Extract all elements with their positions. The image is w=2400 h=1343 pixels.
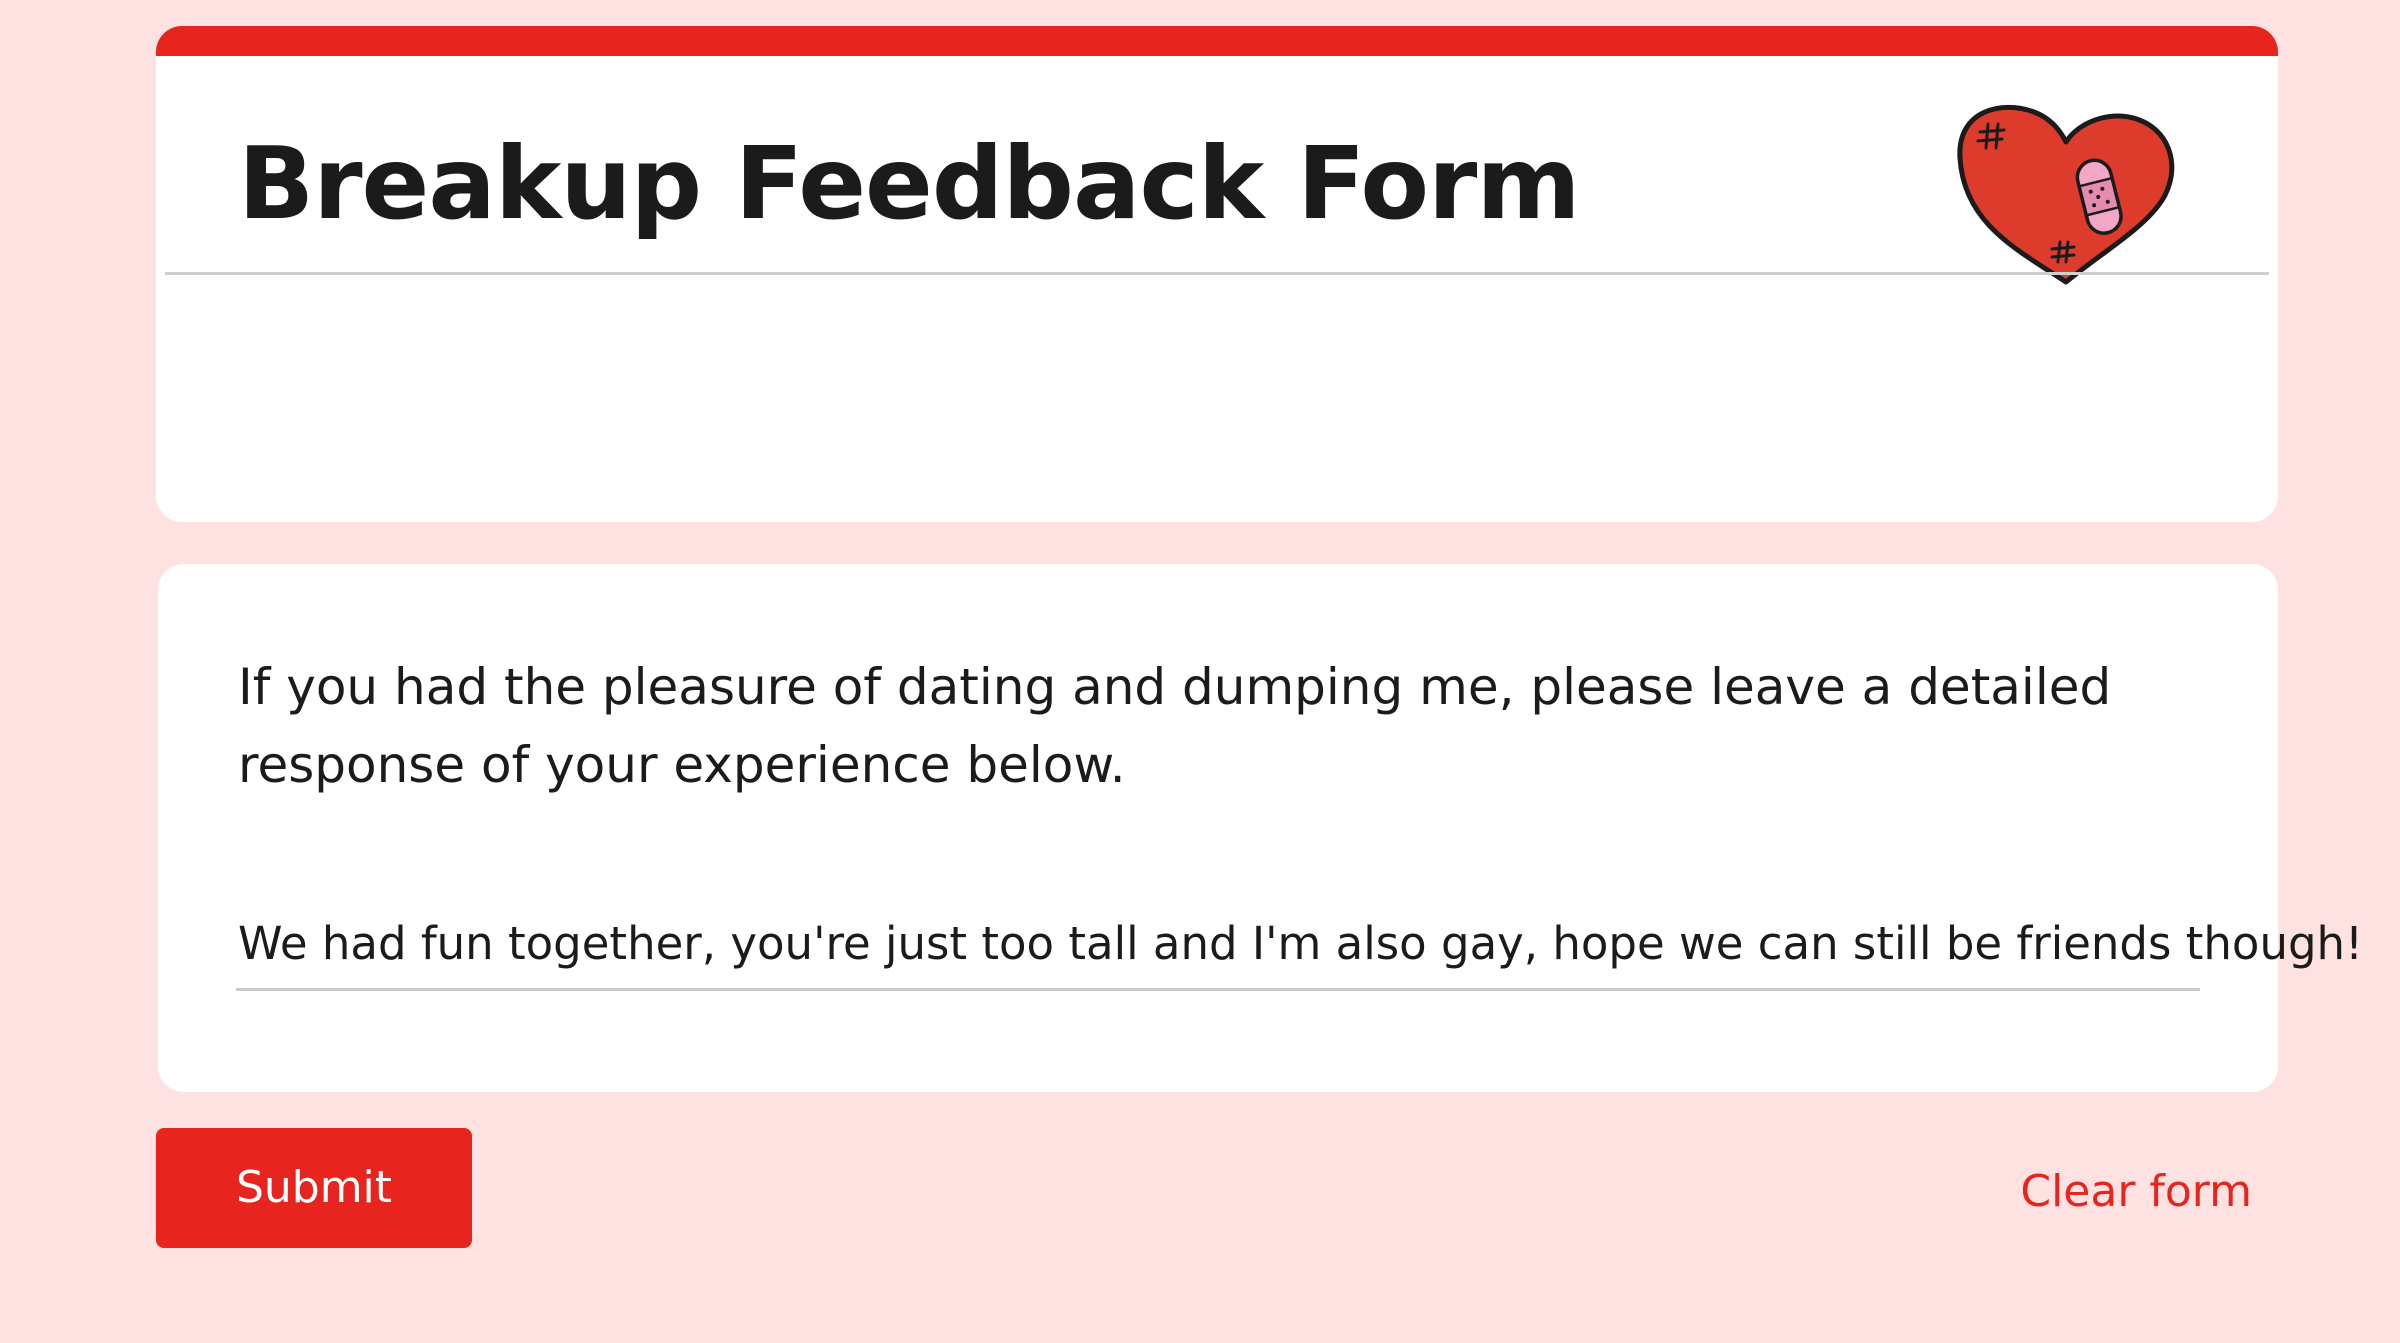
submit-button[interactable]: Submit	[156, 1128, 472, 1248]
response-text: We had fun together, you're just too tal…	[238, 917, 2364, 970]
form-title: Breakup Feedback Form	[238, 125, 1581, 242]
header-accent-bar	[156, 26, 2278, 56]
question-prompt: If you had the pleasure of dating and du…	[238, 658, 2112, 794]
response-input[interactable]: We had fun together, you're just too tal…	[236, 890, 2363, 991]
bandaged-heart-icon	[1948, 82, 2180, 296]
clear-form-button[interactable]: Clear form	[1986, 1152, 2252, 1232]
header-divider	[165, 272, 2269, 275]
form-header-card: Breakup Feedback Form	[156, 26, 2278, 522]
question-card: If you had the pleasure of dating and du…	[158, 564, 2363, 1092]
